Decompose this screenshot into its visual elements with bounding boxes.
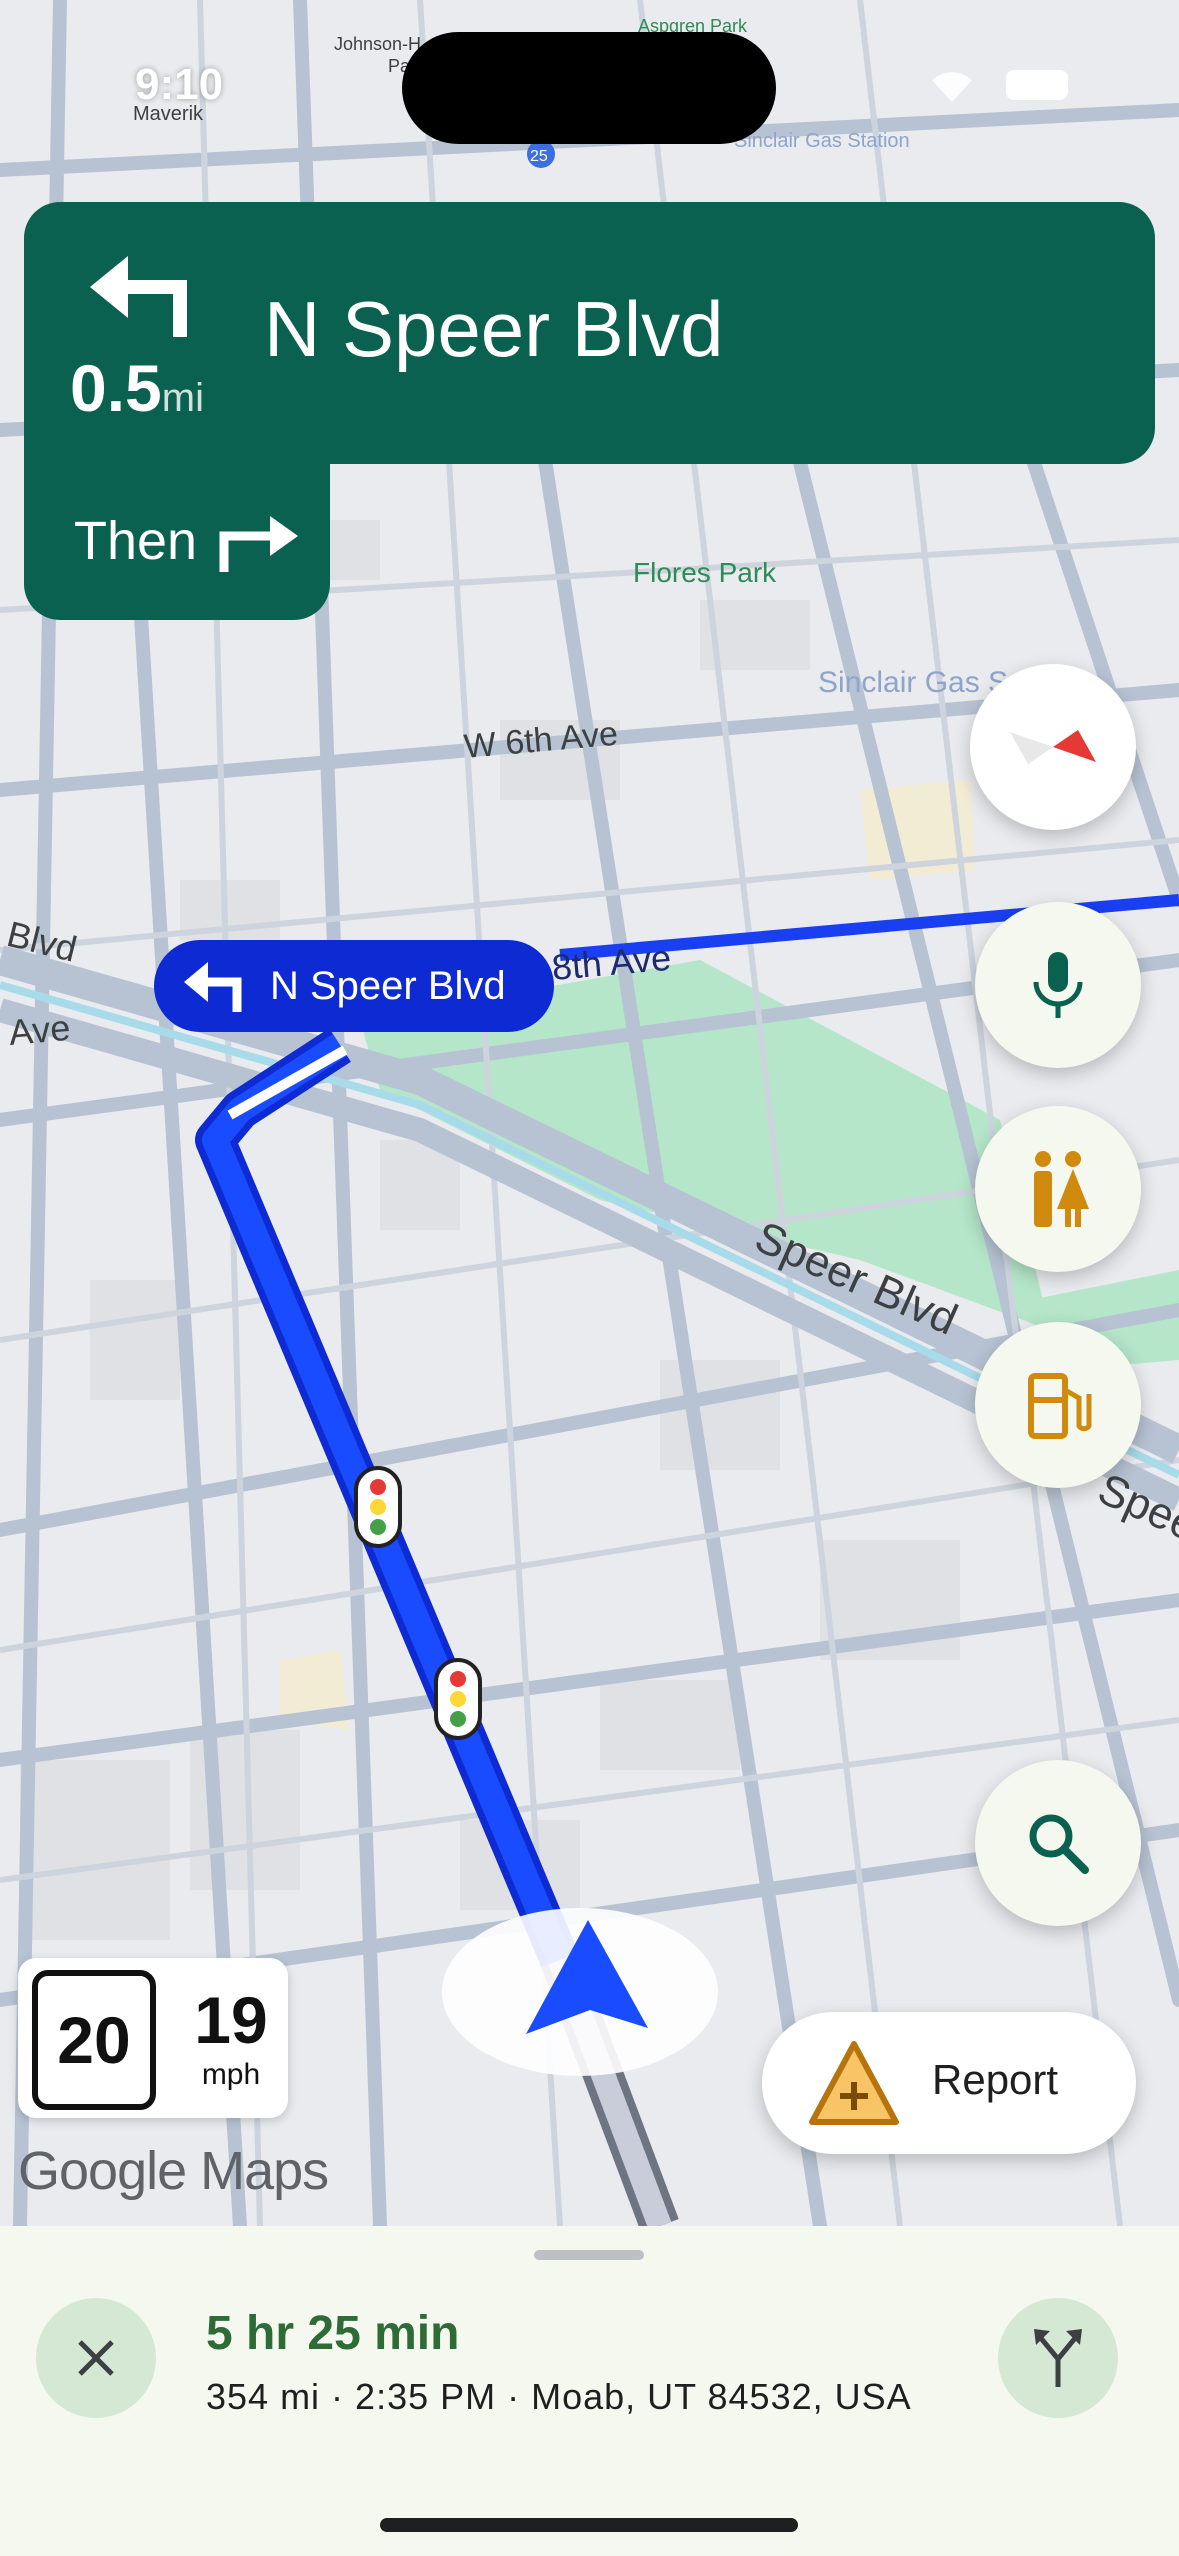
alternate-routes-button[interactable] [998,2298,1118,2418]
map-label-sinclair: Sinclair Gas S [818,666,1008,699]
distance-unit: mi [161,376,204,420]
turn-left-icon [184,962,242,1012]
gas-stations-button[interactable] [975,1322,1141,1488]
google-maps-logo: Google Maps [18,2141,329,2201]
turn-right-icon [212,514,302,574]
status-time: 9:10 [135,60,224,109]
sheet-drag-handle[interactable] [534,2250,644,2260]
trip-bottom-sheet[interactable]: 5 hr 25 min 354 mi · 2:35 PM · Moab, UT … [0,2226,1179,2556]
speed-limit: 20 [32,1970,156,2110]
home-indicator[interactable] [380,2518,798,2532]
voice-button[interactable] [975,902,1141,1068]
gas-station-icon [1028,1373,1092,1439]
restrooms-button[interactable] [975,1106,1141,1272]
report-button[interactable]: Report [762,2012,1136,2154]
search-button[interactable] [975,1760,1141,1926]
wifi-icon [924,64,980,104]
trip-duration: 5 hr 25 min [206,2307,460,2360]
distance-value: 0.5 [70,351,162,425]
speed-unit: mph [201,2058,261,2091]
report-incident-icon [809,2041,899,2125]
map-label-flores-park: Flores Park [633,557,777,588]
traffic-light-icon [434,1658,482,1740]
battery-icon [1006,70,1068,100]
compass-button[interactable] [970,664,1136,830]
dynamic-island [402,32,776,144]
exit-navigation-button[interactable] [36,2298,156,2418]
search-icon [1029,1814,1089,1874]
turn-left-icon [90,242,200,342]
route-fork-icon [1034,2329,1082,2387]
restroom-icon [1034,1151,1089,1227]
route-street-label[interactable]: N Speer Blvd [154,940,554,1032]
svg-text:25: 25 [530,148,548,165]
svg-text:Sinclair Gas Station: Sinclair Gas Station [734,130,910,152]
map-label-ave: Ave [7,1007,72,1053]
svg-text:Johnson-H: Johnson-H [334,34,421,54]
next-street-name: N Speer Blvd [264,285,724,373]
microphone-icon [1033,952,1083,1018]
report-label: Report [932,2056,1059,2103]
navigation-instruction-card[interactable]: 0.5mi N Speer Blvd [24,202,1155,464]
route-street-text: N Speer Blvd [270,963,506,1008]
close-icon [78,2340,114,2376]
speed-indicator: 20 19 mph [18,1958,288,2118]
trip-details: 354 mi · 2:35 PM · Moab, UT 84532, USA [206,2376,912,2417]
compass-icon [1010,730,1096,764]
current-speed: 19 [194,1983,268,2057]
then-label: Then [74,511,198,571]
traffic-light-icon [354,1466,402,1548]
then-maneuver-card[interactable]: Then [24,462,330,620]
